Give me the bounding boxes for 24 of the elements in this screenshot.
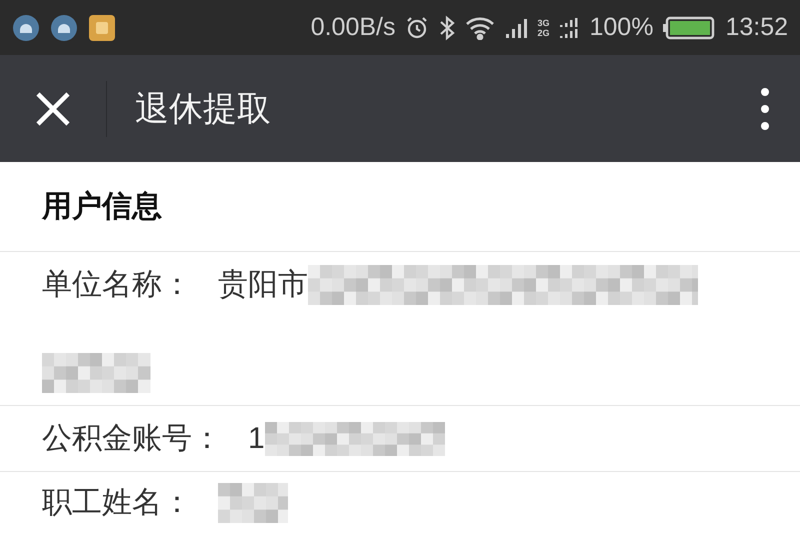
app-icon	[88, 14, 116, 42]
wifi-icon	[465, 16, 496, 40]
network-type: 2G	[537, 28, 550, 38]
page-title: 退休提取	[135, 88, 272, 130]
battery-percent: 100%	[589, 13, 654, 42]
signal-icon	[505, 16, 528, 38]
clock-time: 13:52	[725, 13, 788, 42]
field-label: 公积金账号：	[42, 421, 222, 457]
alarm-icon	[405, 16, 430, 40]
field-value: 1	[248, 422, 265, 456]
android-icon	[12, 14, 40, 42]
section-title: 用户信息	[0, 162, 800, 252]
signal-icon	[559, 16, 580, 38]
field-label: 职工姓名：	[42, 485, 192, 521]
field-label: 单位名称：	[42, 267, 192, 303]
close-icon	[35, 90, 71, 126]
more-icon	[760, 86, 770, 130]
battery-icon	[663, 16, 716, 40]
network-speed: 0.00B/s	[310, 13, 396, 42]
bluetooth-icon	[439, 14, 456, 40]
network-type: 3G	[537, 18, 550, 28]
field-value: 贵阳市	[218, 267, 308, 303]
blurred-text	[218, 482, 288, 522]
android-icon	[50, 14, 78, 42]
